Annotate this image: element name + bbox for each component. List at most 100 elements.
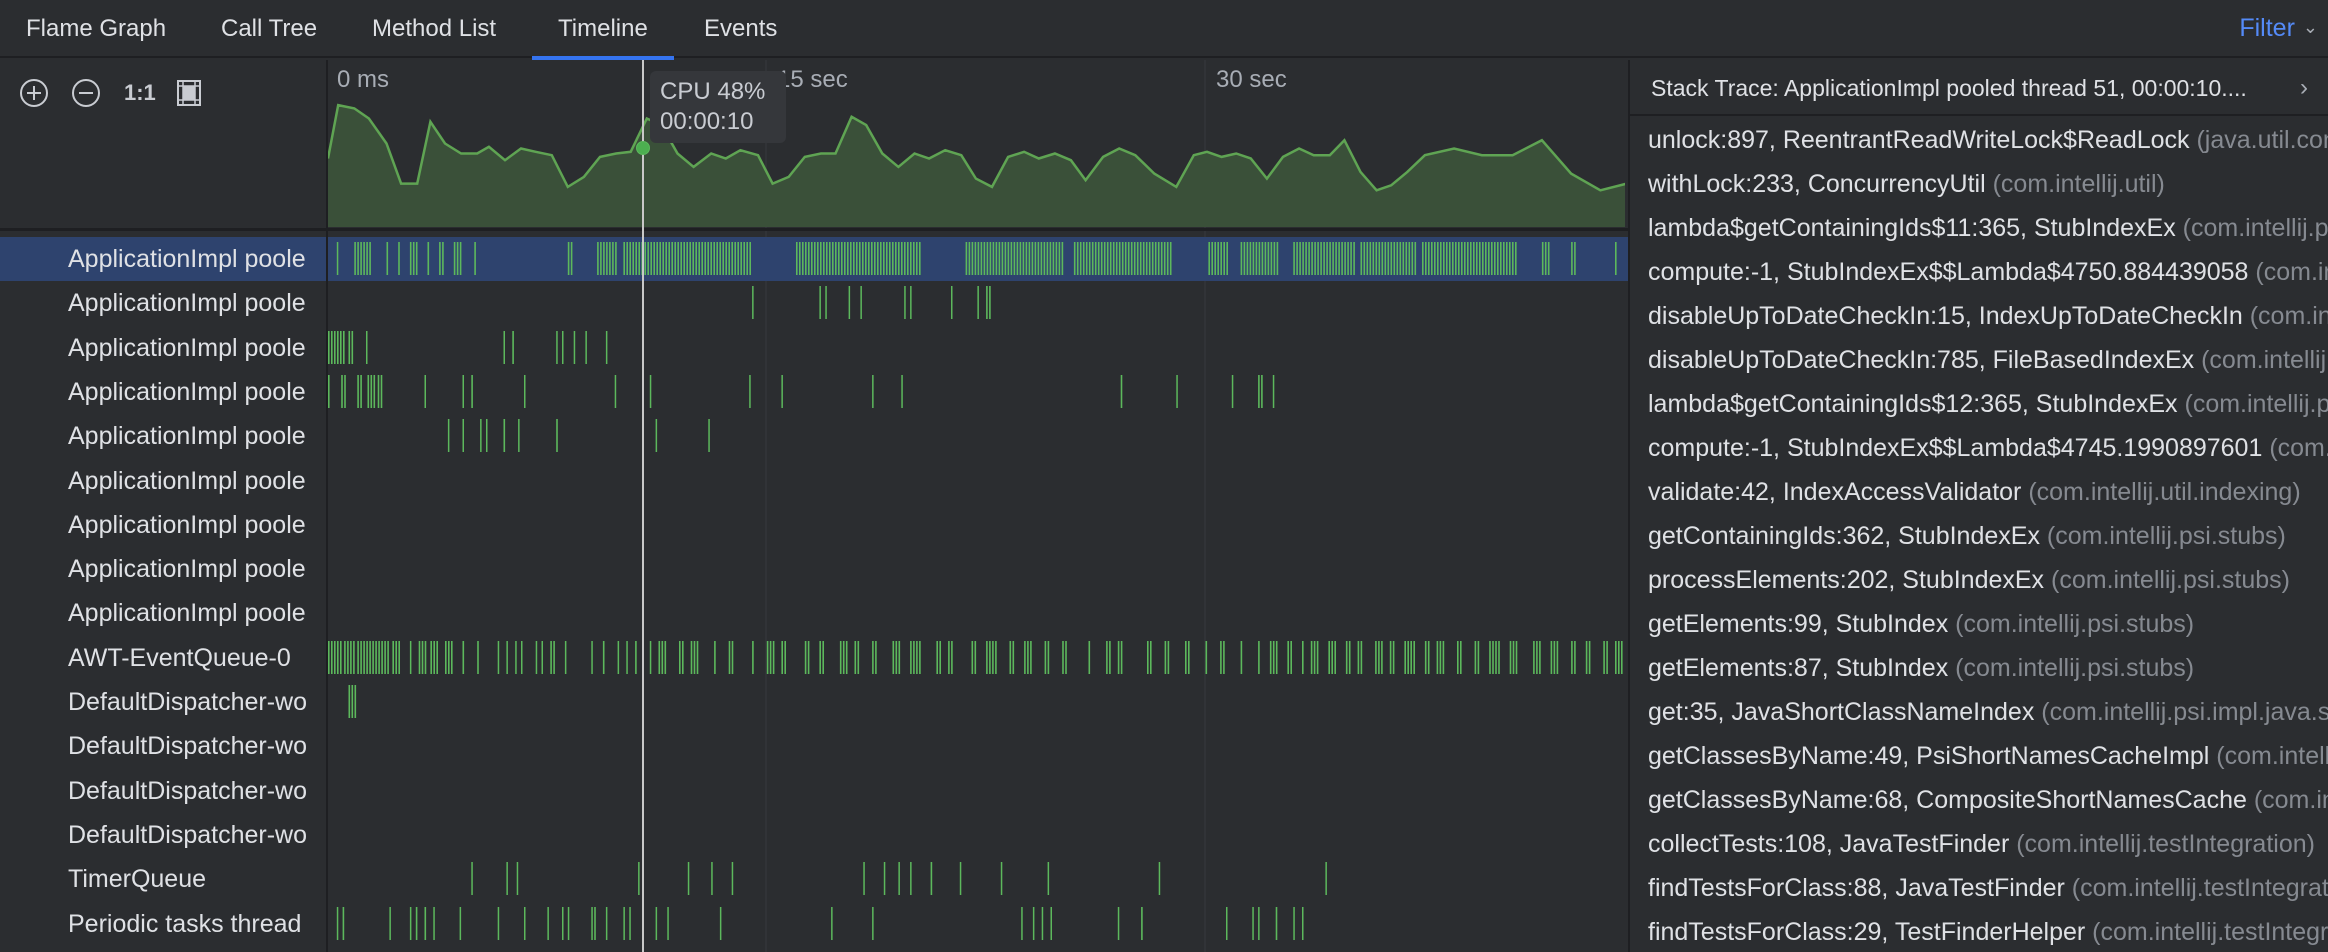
- sample-block[interactable]: [1345, 640, 1351, 674]
- cpu-chart[interactable]: 0 ms 15 sec 30 sec: [328, 60, 1625, 228]
- thread-lane[interactable]: [328, 769, 1625, 813]
- sample-mark[interactable]: [605, 906, 608, 940]
- thread-row[interactable]: DefaultDispatcher-wo: [0, 769, 1628, 813]
- fit-to-screen-button[interactable]: [172, 76, 206, 110]
- sample-block[interactable]: [1120, 374, 1123, 408]
- thread-lane[interactable]: [328, 636, 1625, 680]
- sample-block[interactable]: [344, 640, 355, 674]
- sample-block[interactable]: [1360, 242, 1417, 275]
- thread-row[interactable]: DefaultDispatcher-wo: [0, 813, 1628, 857]
- sample-block[interactable]: [986, 286, 991, 320]
- sample-block[interactable]: [1062, 640, 1067, 674]
- sample-mark[interactable]: [1000, 862, 1003, 896]
- sample-block[interactable]: [424, 906, 427, 940]
- sample-block[interactable]: [1287, 640, 1292, 674]
- sample-mark[interactable]: [951, 286, 953, 320]
- sample-mark[interactable]: [462, 419, 465, 453]
- sample-block[interactable]: [398, 242, 400, 275]
- tab-method-list[interactable]: Method List: [346, 0, 522, 58]
- sample-mark[interactable]: [1158, 862, 1161, 896]
- sample-block[interactable]: [418, 640, 427, 674]
- sample-block[interactable]: [658, 640, 667, 674]
- sample-mark[interactable]: [1272, 374, 1275, 408]
- sample-mark[interactable]: [486, 419, 488, 453]
- sample-block[interactable]: [804, 640, 810, 674]
- sample-mark[interactable]: [541, 640, 544, 674]
- sample-mark[interactable]: [524, 374, 526, 408]
- sample-block[interactable]: [471, 374, 473, 408]
- sample-mark[interactable]: [366, 330, 368, 364]
- thread-name[interactable]: ApplicationImpl poole: [68, 459, 326, 503]
- thread-row[interactable]: TimerQueue: [0, 857, 1628, 901]
- sample-block[interactable]: [1117, 640, 1123, 674]
- thread-name[interactable]: ApplicationImpl poole: [68, 547, 326, 591]
- sample-block[interactable]: [597, 242, 617, 275]
- sample-mark[interactable]: [667, 906, 669, 940]
- sample-block[interactable]: [1615, 640, 1623, 674]
- thread-row[interactable]: Periodic tasks thread: [0, 902, 1628, 946]
- stack-frame[interactable]: getElements:87, StubIndex (com.intellij.…: [1630, 646, 2328, 690]
- thread-name[interactable]: TimerQueue: [68, 857, 326, 901]
- sample-block[interactable]: [594, 906, 596, 940]
- sample-mark[interactable]: [409, 640, 412, 674]
- sample-mark[interactable]: [1176, 374, 1178, 408]
- thread-row[interactable]: ApplicationImpl poole: [0, 591, 1628, 635]
- sample-block[interactable]: [1489, 640, 1500, 674]
- sample-block[interactable]: [1357, 640, 1363, 674]
- sample-mark[interactable]: [591, 906, 593, 940]
- sample-block[interactable]: [1240, 242, 1279, 275]
- sample-block[interactable]: [328, 374, 330, 408]
- sample-block[interactable]: [430, 640, 438, 674]
- stack-frame[interactable]: lambda$getContainingIds$11:365, StubInde…: [1630, 206, 2328, 250]
- sample-mark[interactable]: [433, 906, 435, 940]
- sample-block[interactable]: [427, 242, 430, 275]
- sample-mark[interactable]: [711, 862, 713, 896]
- tab-flame-graph[interactable]: Flame Graph: [0, 0, 192, 58]
- sample-mark[interactable]: [497, 906, 500, 940]
- sample-mark[interactable]: [848, 286, 851, 320]
- sample-mark[interactable]: [731, 862, 734, 896]
- sample-block[interactable]: [781, 640, 786, 674]
- thread-name[interactable]: ApplicationImpl poole: [68, 414, 326, 458]
- thread-name[interactable]: Periodic tasks thread: [68, 902, 326, 946]
- thread-row[interactable]: DefaultDispatcher-wo: [0, 724, 1628, 768]
- sample-mark[interactable]: [471, 862, 473, 896]
- sample-mark[interactable]: [516, 862, 519, 896]
- sample-mark[interactable]: [562, 330, 564, 364]
- sample-mark[interactable]: [480, 419, 482, 453]
- sample-mark[interactable]: [638, 862, 640, 896]
- sample-block[interactable]: [1310, 640, 1319, 674]
- sample-block[interactable]: [474, 242, 476, 275]
- thread-lane[interactable]: [328, 591, 1625, 635]
- sample-block[interactable]: [948, 640, 953, 674]
- sample-block[interactable]: [1258, 640, 1260, 674]
- sample-mark[interactable]: [749, 374, 751, 408]
- sample-block[interactable]: [1585, 640, 1591, 674]
- sample-block[interactable]: [462, 640, 465, 674]
- sample-mark[interactable]: [910, 862, 912, 896]
- sample-mark[interactable]: [883, 862, 886, 896]
- sample-block[interactable]: [796, 242, 921, 275]
- sample-block[interactable]: [357, 640, 389, 674]
- tab-call-tree[interactable]: Call Tree: [195, 0, 343, 58]
- thread-lane[interactable]: [328, 503, 1625, 547]
- sample-block[interactable]: [328, 640, 342, 674]
- stack-frame[interactable]: compute:-1, StubIndexEx$$Lambda$4745.199…: [1630, 426, 2328, 470]
- thread-row[interactable]: ApplicationImpl poole: [0, 326, 1628, 370]
- thread-lane[interactable]: [328, 459, 1625, 503]
- sample-block[interactable]: [409, 242, 418, 275]
- sample-block[interactable]: [367, 374, 376, 408]
- sample-mark[interactable]: [556, 330, 558, 364]
- sample-block[interactable]: [1208, 242, 1228, 275]
- stack-frame[interactable]: findTestsForClass:88, JavaTestFinder (co…: [1630, 866, 2328, 910]
- thread-lane[interactable]: [328, 547, 1625, 591]
- sample-block[interactable]: [1258, 374, 1263, 408]
- sample-mark[interactable]: [336, 906, 339, 940]
- thread-row[interactable]: ApplicationImpl poole: [0, 547, 1628, 591]
- sample-block[interactable]: [1424, 640, 1430, 674]
- tab-events[interactable]: Events: [678, 0, 803, 58]
- thread-name[interactable]: ApplicationImpl poole: [68, 503, 326, 547]
- sample-mark[interactable]: [547, 906, 549, 940]
- sample-block[interactable]: [1615, 242, 1617, 275]
- sample-block[interactable]: [477, 640, 479, 674]
